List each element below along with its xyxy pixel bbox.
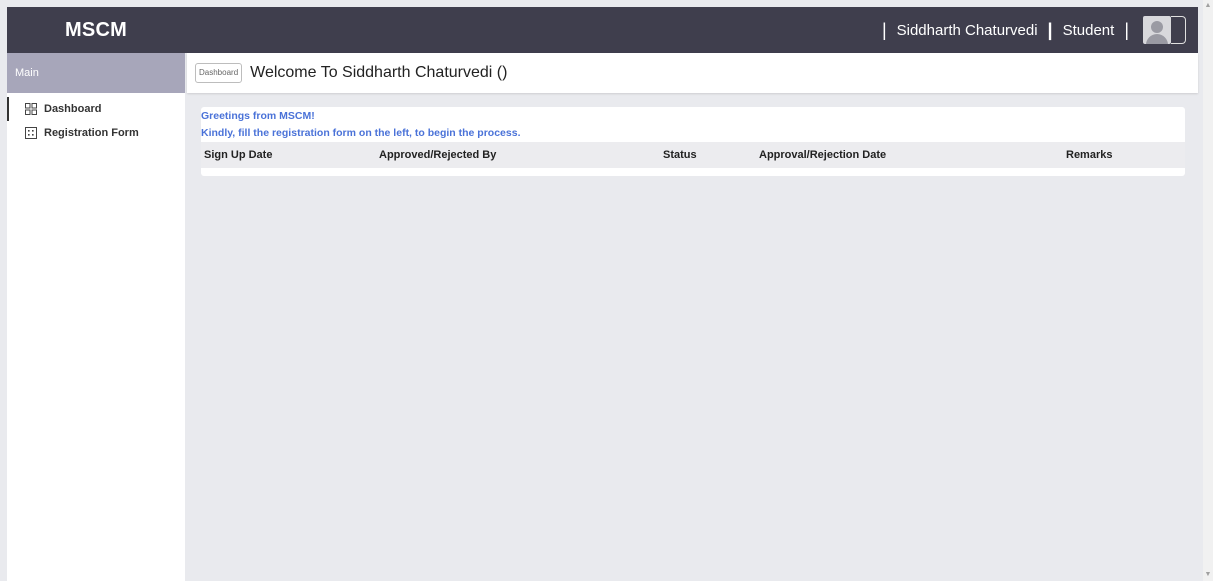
- column-header-sign-up-date: Sign Up Date: [204, 149, 273, 161]
- sidebar: Main Dashboard Registration Form: [7, 53, 185, 581]
- dropdown-toggle[interactable]: [1171, 16, 1186, 44]
- scroll-down-arrow-icon[interactable]: ▼: [1203, 569, 1213, 581]
- avatar-icon: [1143, 16, 1171, 44]
- greeting-text: Greetings from MSCM!: [201, 110, 315, 122]
- top-header: MSCM | Siddharth Chaturvedi | Student |: [7, 7, 1198, 53]
- page-header: Dashboard Welcome To Siddharth Chaturved…: [187, 53, 1198, 93]
- breadcrumb[interactable]: Dashboard: [195, 63, 243, 83]
- separator: |: [1047, 19, 1053, 40]
- brand-logo[interactable]: MSCM: [7, 7, 185, 53]
- scroll-up-arrow-icon[interactable]: ▲: [1203, 0, 1213, 12]
- separator: |: [1124, 19, 1129, 40]
- table-header-row: Sign Up Date Approved/Rejected By Status…: [201, 142, 1185, 168]
- separator: |: [881, 19, 887, 40]
- sidebar-section-title: Main: [7, 53, 185, 93]
- sidebar-item-registration-form[interactable]: Registration Form: [7, 121, 185, 145]
- sidebar-item-label: Registration Form: [44, 127, 139, 139]
- column-header-remarks: Remarks: [1066, 149, 1113, 161]
- form-icon: [25, 127, 37, 139]
- user-name[interactable]: Siddharth Chaturvedi: [897, 22, 1038, 39]
- grid-icon: [25, 103, 37, 115]
- column-header-approval-date: Approval/Rejection Date: [759, 149, 887, 161]
- user-bar: | Siddharth Chaturvedi | Student |: [872, 7, 1186, 53]
- column-header-approved-by: Approved/Rejected By: [379, 149, 497, 161]
- user-menu-button[interactable]: [1143, 16, 1186, 44]
- page-scrollbar[interactable]: ▲ ▼: [1203, 0, 1213, 581]
- page-title: Welcome To Siddharth Chaturvedi (): [250, 64, 508, 81]
- app-shell: MSCM | Siddharth Chaturvedi | Student | …: [0, 0, 1203, 581]
- column-header-status: Status: [663, 149, 697, 161]
- sidebar-item-dashboard[interactable]: Dashboard: [7, 97, 185, 121]
- instruction-text: Kindly, fill the registration form on th…: [201, 127, 521, 139]
- user-role: Student: [1062, 21, 1115, 39]
- registration-status-card: Greetings from MSCM! Kindly, fill the re…: [201, 107, 1185, 176]
- sidebar-item-label: Dashboard: [44, 103, 102, 115]
